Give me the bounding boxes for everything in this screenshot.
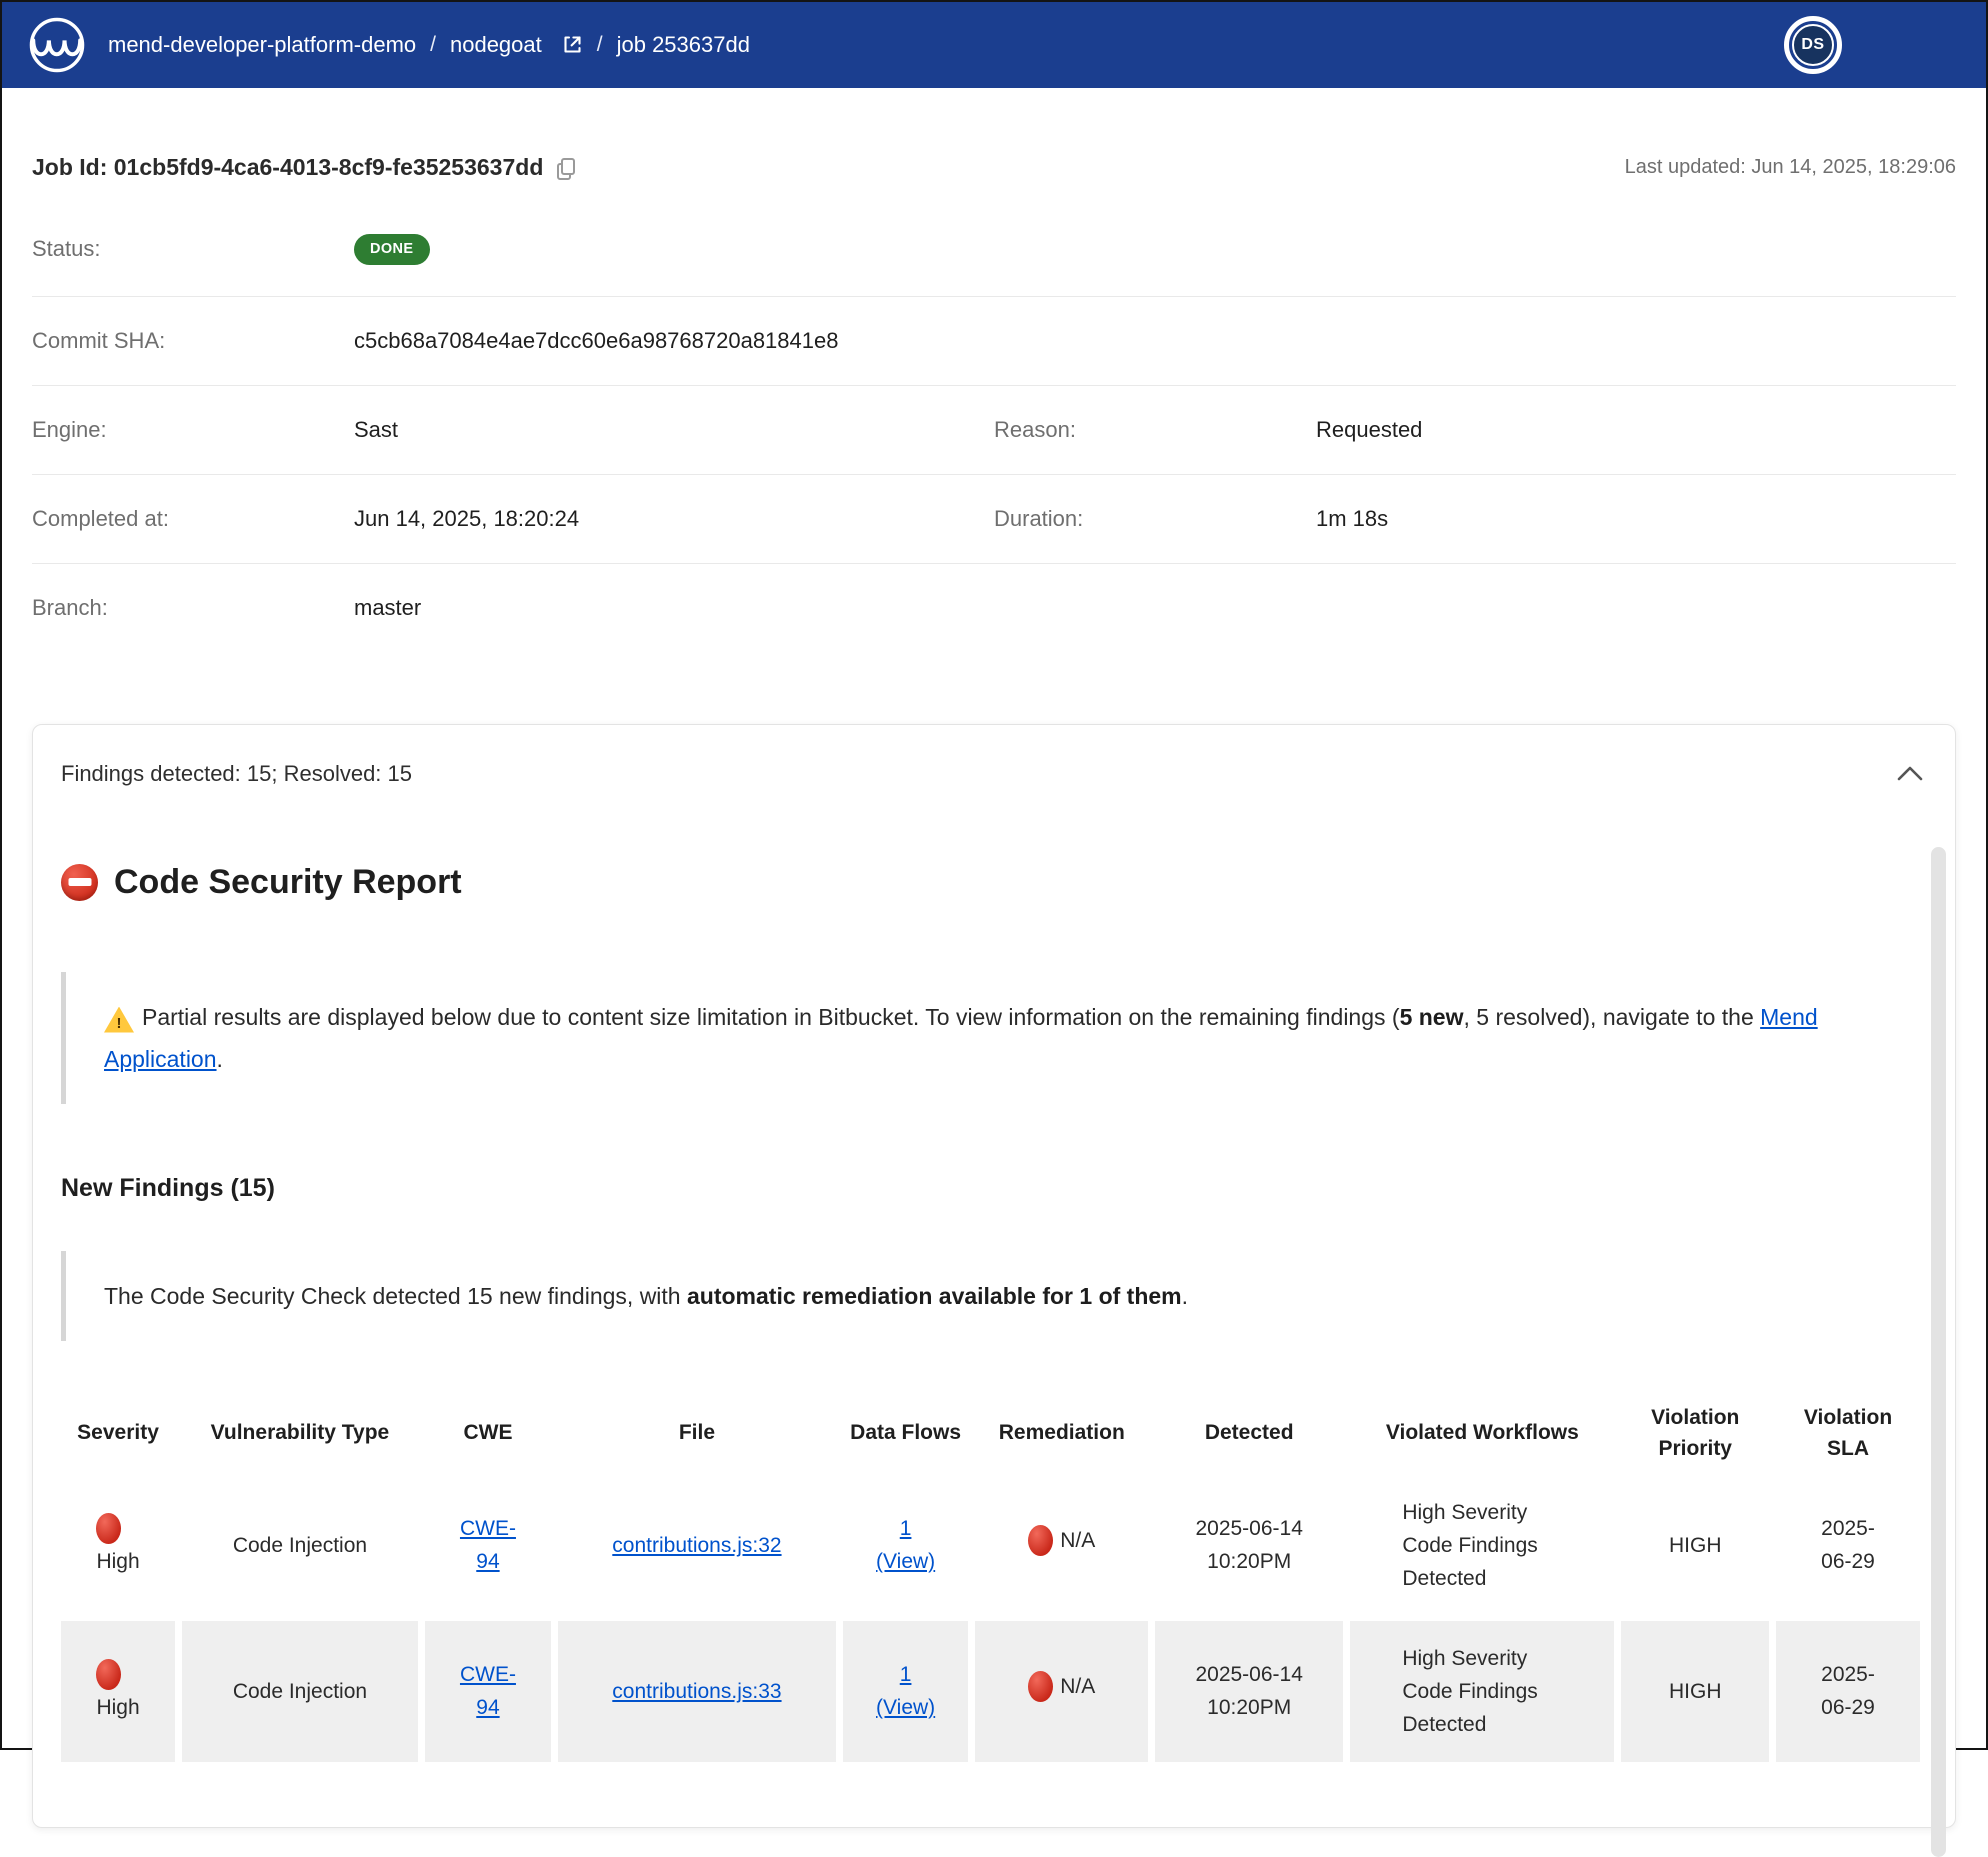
data-flows-link[interactable]: 1 (View) — [872, 1512, 940, 1578]
remediation-cell: N/A — [1028, 1670, 1095, 1703]
engine-value: Sast — [354, 417, 398, 443]
scrollbar-thumb[interactable] — [1931, 847, 1946, 1857]
violated-workflows-cell: High Severity Code Findings Detected — [1402, 1642, 1562, 1741]
vulnerability-type-cell: Code Injection — [182, 1621, 418, 1762]
data-flows-link[interactable]: 1 (View) — [872, 1658, 940, 1724]
job-details-section: Job Id: 01cb5fd9-4ca6-4013-8cf9-fe352536… — [2, 154, 1986, 1828]
col-detected: Detected — [1155, 1396, 1343, 1470]
table-row: High Code Injection CWE-94 contributions… — [61, 1475, 1920, 1616]
findings-card: Findings detected: 15; Resolved: 15 Code… — [32, 724, 1956, 1828]
red-circle-icon — [96, 1659, 121, 1690]
col-file: File — [558, 1396, 836, 1470]
warning-text-mid: , 5 resolved), navigate to the — [1464, 1004, 1761, 1030]
job-id: Job Id: 01cb5fd9-4ca6-4013-8cf9-fe352536… — [32, 154, 577, 181]
col-vulnerability-type: Vulnerability Type — [182, 1396, 418, 1470]
completed-at-label: Completed at: — [32, 506, 354, 532]
file-link[interactable]: contributions.js:32 — [612, 1534, 781, 1557]
detected-cell: 2025-06-14 10:20PM — [1189, 1658, 1309, 1724]
violation-priority-cell: HIGH — [1621, 1475, 1769, 1616]
summary-text-post: . — [1182, 1283, 1188, 1309]
remediation-cell: N/A — [1028, 1524, 1095, 1557]
new-findings-heading: New Findings (15) — [61, 1174, 1927, 1203]
violation-priority-cell: HIGH — [1621, 1621, 1769, 1762]
vulnerability-type-cell: Code Injection — [182, 1475, 418, 1616]
status-label: Status: — [32, 236, 354, 262]
external-link-icon[interactable] — [562, 34, 583, 61]
col-violation-priority: Violation Priority — [1621, 1396, 1769, 1470]
col-violated-workflows: Violated Workflows — [1350, 1396, 1614, 1470]
col-cwe: CWE — [425, 1396, 551, 1470]
warning-text-post: . — [217, 1046, 223, 1072]
breadcrumb: mend-developer-platform-demo / nodegoat … — [108, 32, 750, 59]
user-avatar[interactable]: DS — [1784, 16, 1842, 74]
severity-cell: High — [96, 1513, 139, 1578]
breadcrumb-repo[interactable]: nodegoat — [450, 32, 542, 58]
engine-label: Engine: — [32, 417, 354, 443]
page: { "colors": { "navbar": "#1b3e8f", "badg… — [0, 0, 1988, 1750]
findings-summary-line: The Code Security Check detected 15 new … — [61, 1251, 1891, 1341]
branch-value: master — [354, 595, 421, 621]
cwe-link[interactable]: CWE-94 — [456, 1512, 520, 1578]
summary-text: The Code Security Check detected 15 new … — [104, 1283, 687, 1309]
severity-cell: High — [96, 1659, 139, 1724]
report-title: Code Security Report — [61, 863, 1927, 902]
table-header-row: Severity Vulnerability Type CWE File Dat… — [61, 1396, 1920, 1470]
violation-sla-cell: 2025-06-29 — [1810, 1512, 1886, 1578]
copy-icon[interactable] — [555, 157, 577, 181]
mend-logo-icon[interactable] — [28, 16, 86, 74]
report-title-text: Code Security Report — [114, 863, 462, 902]
severity-text: High — [96, 1545, 139, 1578]
last-updated: Last updated: Jun 14, 2025, 18:29:06 — [1625, 156, 1956, 179]
avatar-initials: DS — [1792, 24, 1834, 66]
warning-text: Partial results are displayed below due … — [142, 1004, 1400, 1030]
job-id-text: Job Id: 01cb5fd9-4ca6-4013-8cf9-fe352536… — [32, 154, 543, 181]
completed-duration-row: Completed at: Jun 14, 2025, 18:20:24 Dur… — [32, 475, 1956, 564]
red-circle-icon — [1028, 1525, 1053, 1556]
cwe-link[interactable]: CWE-94 — [456, 1658, 520, 1724]
chevron-up-icon[interactable] — [1893, 762, 1927, 785]
commit-sha-label: Commit SHA: — [32, 328, 354, 354]
breadcrumb-separator: / — [428, 33, 438, 57]
status-badge: DONE — [354, 234, 430, 265]
findings-card-header: Findings detected: 15; Resolved: 15 — [33, 725, 1955, 795]
table-row: High Code Injection CWE-94 contributions… — [61, 1621, 1920, 1762]
severity-text: High — [96, 1691, 139, 1724]
violation-sla-cell: 2025-06-29 — [1810, 1658, 1886, 1724]
col-data-flows: Data Flows — [843, 1396, 969, 1470]
no-entry-icon — [61, 864, 98, 901]
top-navbar: mend-developer-platform-demo / nodegoat … — [2, 2, 1986, 88]
violated-workflows-cell: High Severity Code Findings Detected — [1402, 1496, 1562, 1595]
col-remediation: Remediation — [975, 1396, 1148, 1470]
breadcrumb-job: job 253637dd — [617, 32, 750, 58]
breadcrumb-separator: / — [595, 33, 605, 57]
findings-table-wrapper: Severity Vulnerability Type CWE File Dat… — [61, 1391, 1927, 1767]
engine-reason-row: Engine: Sast Reason: Requested — [32, 386, 1956, 475]
remediation-text: N/A — [1060, 1524, 1095, 1557]
commit-row: Commit SHA: c5cb68a7084e4ae7dcc60e6a9876… — [32, 297, 1956, 386]
findings-table: Severity Vulnerability Type CWE File Dat… — [54, 1391, 1927, 1767]
warning-bold: 5 new — [1400, 1004, 1464, 1030]
commit-sha-value: c5cb68a7084e4ae7dcc60e6a98768720a81841e8 — [354, 328, 838, 354]
red-circle-icon — [96, 1513, 121, 1544]
partial-results-warning: ! Partial results are displayed below due… — [61, 972, 1891, 1104]
remediation-text: N/A — [1060, 1670, 1095, 1703]
report-content: Code Security Report ! Partial results ar… — [33, 863, 1955, 1827]
col-severity: Severity — [61, 1396, 175, 1470]
red-circle-icon — [1028, 1671, 1053, 1702]
branch-label: Branch: — [32, 595, 354, 621]
reason-value: Requested — [1316, 417, 1422, 443]
duration-label: Duration: — [994, 506, 1316, 532]
breadcrumb-project[interactable]: mend-developer-platform-demo — [108, 32, 416, 58]
findings-summary: Findings detected: 15; Resolved: 15 — [61, 761, 412, 787]
branch-row: Branch: master — [32, 564, 1956, 652]
col-violation-sla: Violation SLA — [1776, 1396, 1920, 1470]
file-link[interactable]: contributions.js:33 — [612, 1680, 781, 1703]
reason-label: Reason: — [994, 417, 1316, 443]
status-row: Status: DONE — [32, 203, 1956, 297]
detected-cell: 2025-06-14 10:20PM — [1189, 1512, 1309, 1578]
duration-value: 1m 18s — [1316, 506, 1388, 532]
warning-triangle-icon: ! — [104, 1007, 134, 1033]
summary-bold: automatic remediation available for 1 of… — [687, 1283, 1182, 1309]
completed-at-value: Jun 14, 2025, 18:20:24 — [354, 506, 579, 532]
